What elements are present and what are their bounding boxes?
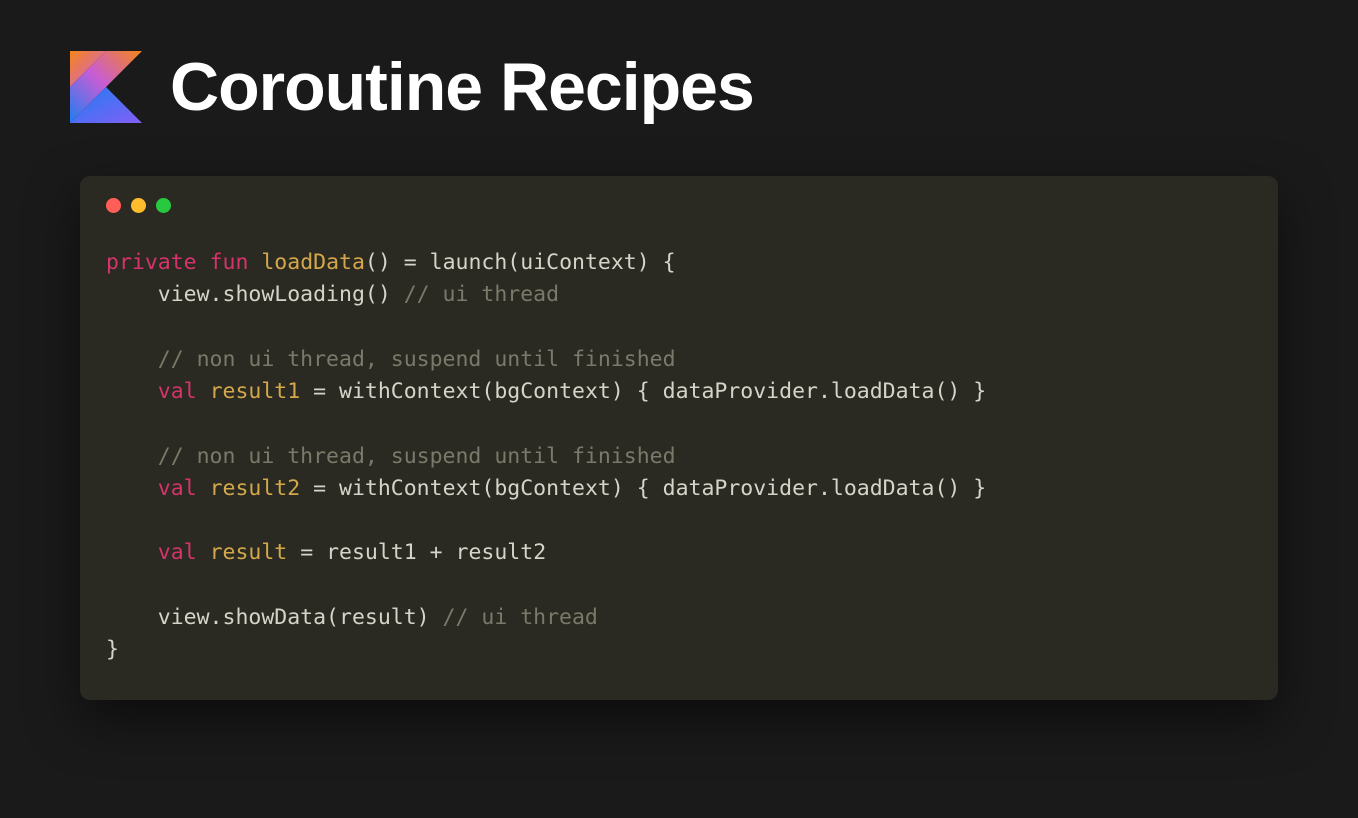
function-name: loadData — [261, 250, 365, 275]
kotlin-logo-icon — [70, 51, 142, 123]
keyword: val — [158, 476, 197, 501]
code-text: view.showLoading() — [106, 282, 404, 307]
code-text: = withContext(bgContext) { dataProvider.… — [300, 476, 986, 501]
comment: // ui thread — [404, 282, 559, 307]
variable: result — [210, 540, 288, 565]
keyword: val — [158, 379, 197, 404]
window-controls — [80, 176, 1278, 223]
minimize-icon[interactable] — [131, 198, 146, 213]
header: Coroutine Recipes — [0, 0, 1358, 146]
page-title: Coroutine Recipes — [170, 48, 754, 126]
code-text: } — [106, 637, 119, 662]
maximize-icon[interactable] — [156, 198, 171, 213]
keyword: private — [106, 250, 197, 275]
code-text: view.showData(result) — [106, 605, 443, 630]
variable: result1 — [210, 379, 301, 404]
code-text: () = launch(uiContext) { — [365, 250, 676, 275]
close-icon[interactable] — [106, 198, 121, 213]
comment: // non ui thread, suspend until finished — [106, 347, 676, 372]
comment: // non ui thread, suspend until finished — [106, 444, 676, 469]
code-text: = withContext(bgContext) { dataProvider.… — [300, 379, 986, 404]
variable: result2 — [210, 476, 301, 501]
comment: // ui thread — [443, 605, 598, 630]
code-window: private fun loadData() = launch(uiContex… — [80, 176, 1278, 700]
code-text: = result1 + result2 — [287, 540, 546, 565]
keyword: val — [158, 540, 197, 565]
keyword: fun — [210, 250, 249, 275]
code-block: private fun loadData() = launch(uiContex… — [80, 223, 1278, 700]
